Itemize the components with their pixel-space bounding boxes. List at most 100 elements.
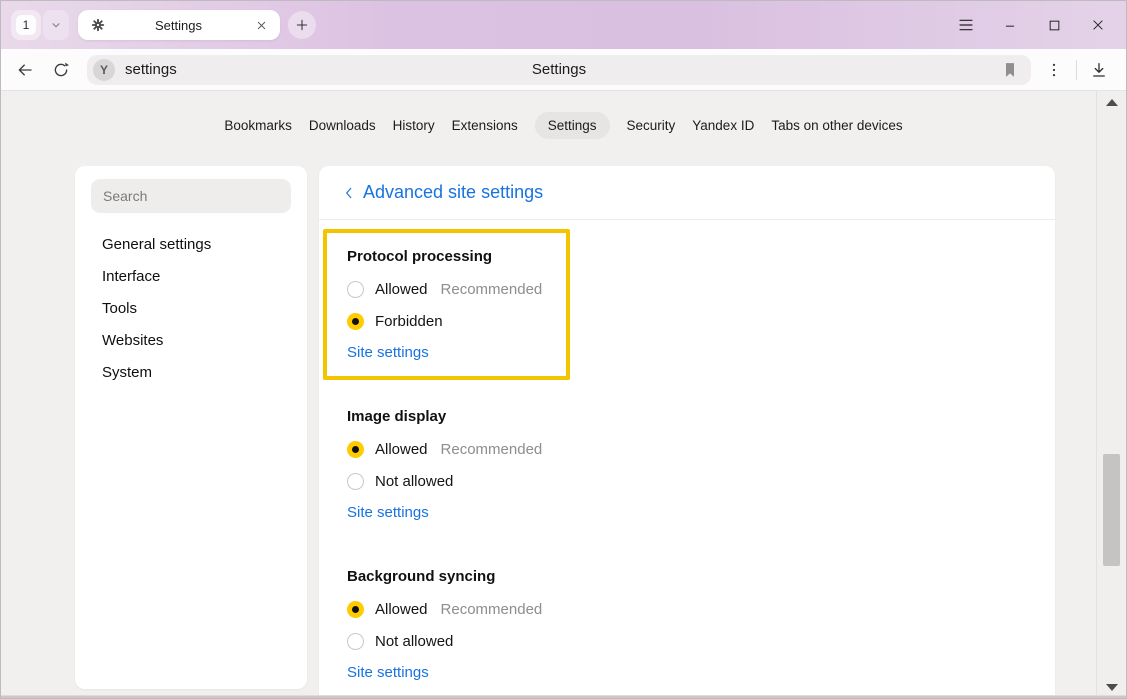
scrollbar-thumb[interactable]: [1103, 454, 1120, 566]
back-arrow-icon: [16, 61, 34, 79]
hamburger-icon: [958, 18, 974, 32]
address-bar: Y settings Settings: [1, 49, 1126, 91]
sidebar-item-websites[interactable]: Websites: [75, 325, 307, 357]
new-tab-button[interactable]: [288, 11, 316, 39]
scroll-down-arrow-icon[interactable]: [1106, 684, 1118, 691]
radio-unselected-icon[interactable]: [347, 633, 364, 650]
option-note: Recommended: [441, 281, 543, 298]
browser-tab[interactable]: Settings: [78, 10, 280, 40]
site-settings-link[interactable]: Site settings: [347, 342, 429, 364]
option-label: Not allowed: [375, 633, 453, 650]
radio-option-allowed[interactable]: Allowed Recommended: [347, 273, 566, 305]
settings-body: General settings Interface Tools Website…: [75, 166, 1055, 697]
page-title: Settings: [87, 61, 1031, 78]
section-background-syncing: Background syncing Allowed Recommended N…: [347, 566, 1055, 684]
radio-selected-icon[interactable]: [347, 601, 364, 618]
site-settings-link[interactable]: Site settings: [347, 662, 429, 684]
kebab-icon: [1047, 62, 1061, 78]
section-image-display: Image display Allowed Recommended Not al…: [347, 406, 1055, 524]
option-note: Recommended: [441, 601, 543, 618]
option-label: Allowed: [375, 281, 428, 298]
radio-option-allowed[interactable]: Allowed Recommended: [347, 433, 1055, 465]
nav-tab-settings[interactable]: Settings: [535, 112, 610, 139]
search-input[interactable]: [91, 179, 291, 213]
bookmark-button[interactable]: [999, 59, 1021, 81]
section-title: Protocol processing: [347, 246, 566, 268]
radio-selected-icon[interactable]: [347, 313, 364, 330]
radio-selected-icon[interactable]: [347, 441, 364, 458]
nav-tab-downloads[interactable]: Downloads: [309, 112, 376, 139]
nav-tab-history[interactable]: History: [393, 112, 435, 139]
tab-group-chevron-button[interactable]: [43, 10, 69, 40]
scroll-up-arrow-icon[interactable]: [1106, 99, 1118, 106]
tab-strip: 1 Settings: [1, 1, 1126, 49]
maximize-icon: [1048, 19, 1061, 32]
section-protocol-processing: Protocol processing Allowed Recommended …: [347, 246, 566, 364]
nav-tab-security[interactable]: Security: [627, 112, 676, 139]
section-title: Background syncing: [347, 566, 1055, 588]
chevron-down-icon: [50, 19, 62, 31]
close-window-button[interactable]: [1076, 1, 1120, 49]
section-title: Image display: [347, 406, 1055, 428]
nav-tab-extensions[interactable]: Extensions: [452, 112, 518, 139]
radio-option-not-allowed[interactable]: Not allowed: [347, 465, 1055, 497]
bookmark-icon: [1003, 62, 1017, 78]
close-icon: [256, 20, 267, 31]
browser-window: 1 Settings: [0, 0, 1127, 699]
window-controls: [944, 1, 1120, 49]
sidebar-item-system[interactable]: System: [75, 357, 307, 389]
close-icon: [1091, 18, 1105, 32]
plus-icon: [295, 18, 309, 32]
main-header: Advanced site settings: [319, 166, 1055, 220]
downloads-button[interactable]: [1084, 55, 1114, 85]
radio-unselected-icon[interactable]: [347, 281, 364, 298]
tab-group-count: 1: [16, 15, 36, 35]
option-label: Not allowed: [375, 473, 453, 490]
page-actions-button[interactable]: [1039, 55, 1069, 85]
minimize-icon: [1003, 18, 1017, 32]
settings-sidebar: General settings Interface Tools Website…: [75, 166, 307, 689]
tab-group-button[interactable]: 1: [11, 10, 41, 40]
nav-tab-other-devices[interactable]: Tabs on other devices: [771, 112, 902, 139]
reload-icon: [52, 61, 70, 79]
sidebar-item-interface[interactable]: Interface: [75, 261, 307, 293]
radio-option-allowed[interactable]: Allowed Recommended: [347, 593, 1055, 625]
settings-nav-tabs: Bookmarks Downloads History Extensions S…: [1, 91, 1126, 139]
option-note: Recommended: [441, 441, 543, 458]
url-text[interactable]: settings: [125, 61, 177, 78]
minimize-button[interactable]: [988, 1, 1032, 49]
radio-option-forbidden[interactable]: Forbidden: [347, 305, 566, 337]
browser-menu-button[interactable]: [944, 1, 988, 49]
back-button[interactable]: [7, 52, 43, 88]
settings-main-panel: Advanced site settings Protocol processi…: [319, 166, 1055, 697]
chevron-left-icon: [343, 186, 355, 200]
gear-icon: [91, 18, 105, 32]
option-label: Forbidden: [375, 313, 443, 330]
site-favicon: Y: [93, 59, 115, 81]
download-icon: [1090, 61, 1108, 79]
nav-tab-bookmarks[interactable]: Bookmarks: [224, 112, 292, 139]
omnibox[interactable]: Y settings Settings: [87, 55, 1031, 85]
main-header-title: Advanced site settings: [363, 182, 543, 203]
reload-button[interactable]: [43, 52, 79, 88]
option-label: Allowed: [375, 441, 428, 458]
maximize-button[interactable]: [1032, 1, 1076, 49]
radio-option-not-allowed[interactable]: Not allowed: [347, 625, 1055, 657]
sidebar-item-general-settings[interactable]: General settings: [75, 229, 307, 261]
radio-unselected-icon[interactable]: [347, 473, 364, 490]
tab-title: Settings: [105, 18, 252, 33]
vertical-scrollbar[interactable]: [1096, 91, 1126, 699]
sidebar-menu: General settings Interface Tools Website…: [75, 229, 307, 389]
option-label: Allowed: [375, 601, 428, 618]
nav-tab-yandex-id[interactable]: Yandex ID: [692, 112, 754, 139]
highlight-box: Protocol processing Allowed Recommended …: [323, 229, 570, 380]
sections-list: Protocol processing Allowed Recommended …: [319, 229, 1055, 684]
advanced-settings-back-link[interactable]: Advanced site settings: [343, 182, 543, 203]
window-bottom-edge: [1, 695, 1126, 698]
site-settings-link[interactable]: Site settings: [347, 502, 429, 524]
tab-close-button[interactable]: [252, 16, 270, 34]
sidebar-item-tools[interactable]: Tools: [75, 293, 307, 325]
sidebar-search: [91, 179, 291, 213]
settings-page: Bookmarks Downloads History Extensions S…: [1, 91, 1126, 699]
toolbar-divider: [1076, 60, 1077, 80]
